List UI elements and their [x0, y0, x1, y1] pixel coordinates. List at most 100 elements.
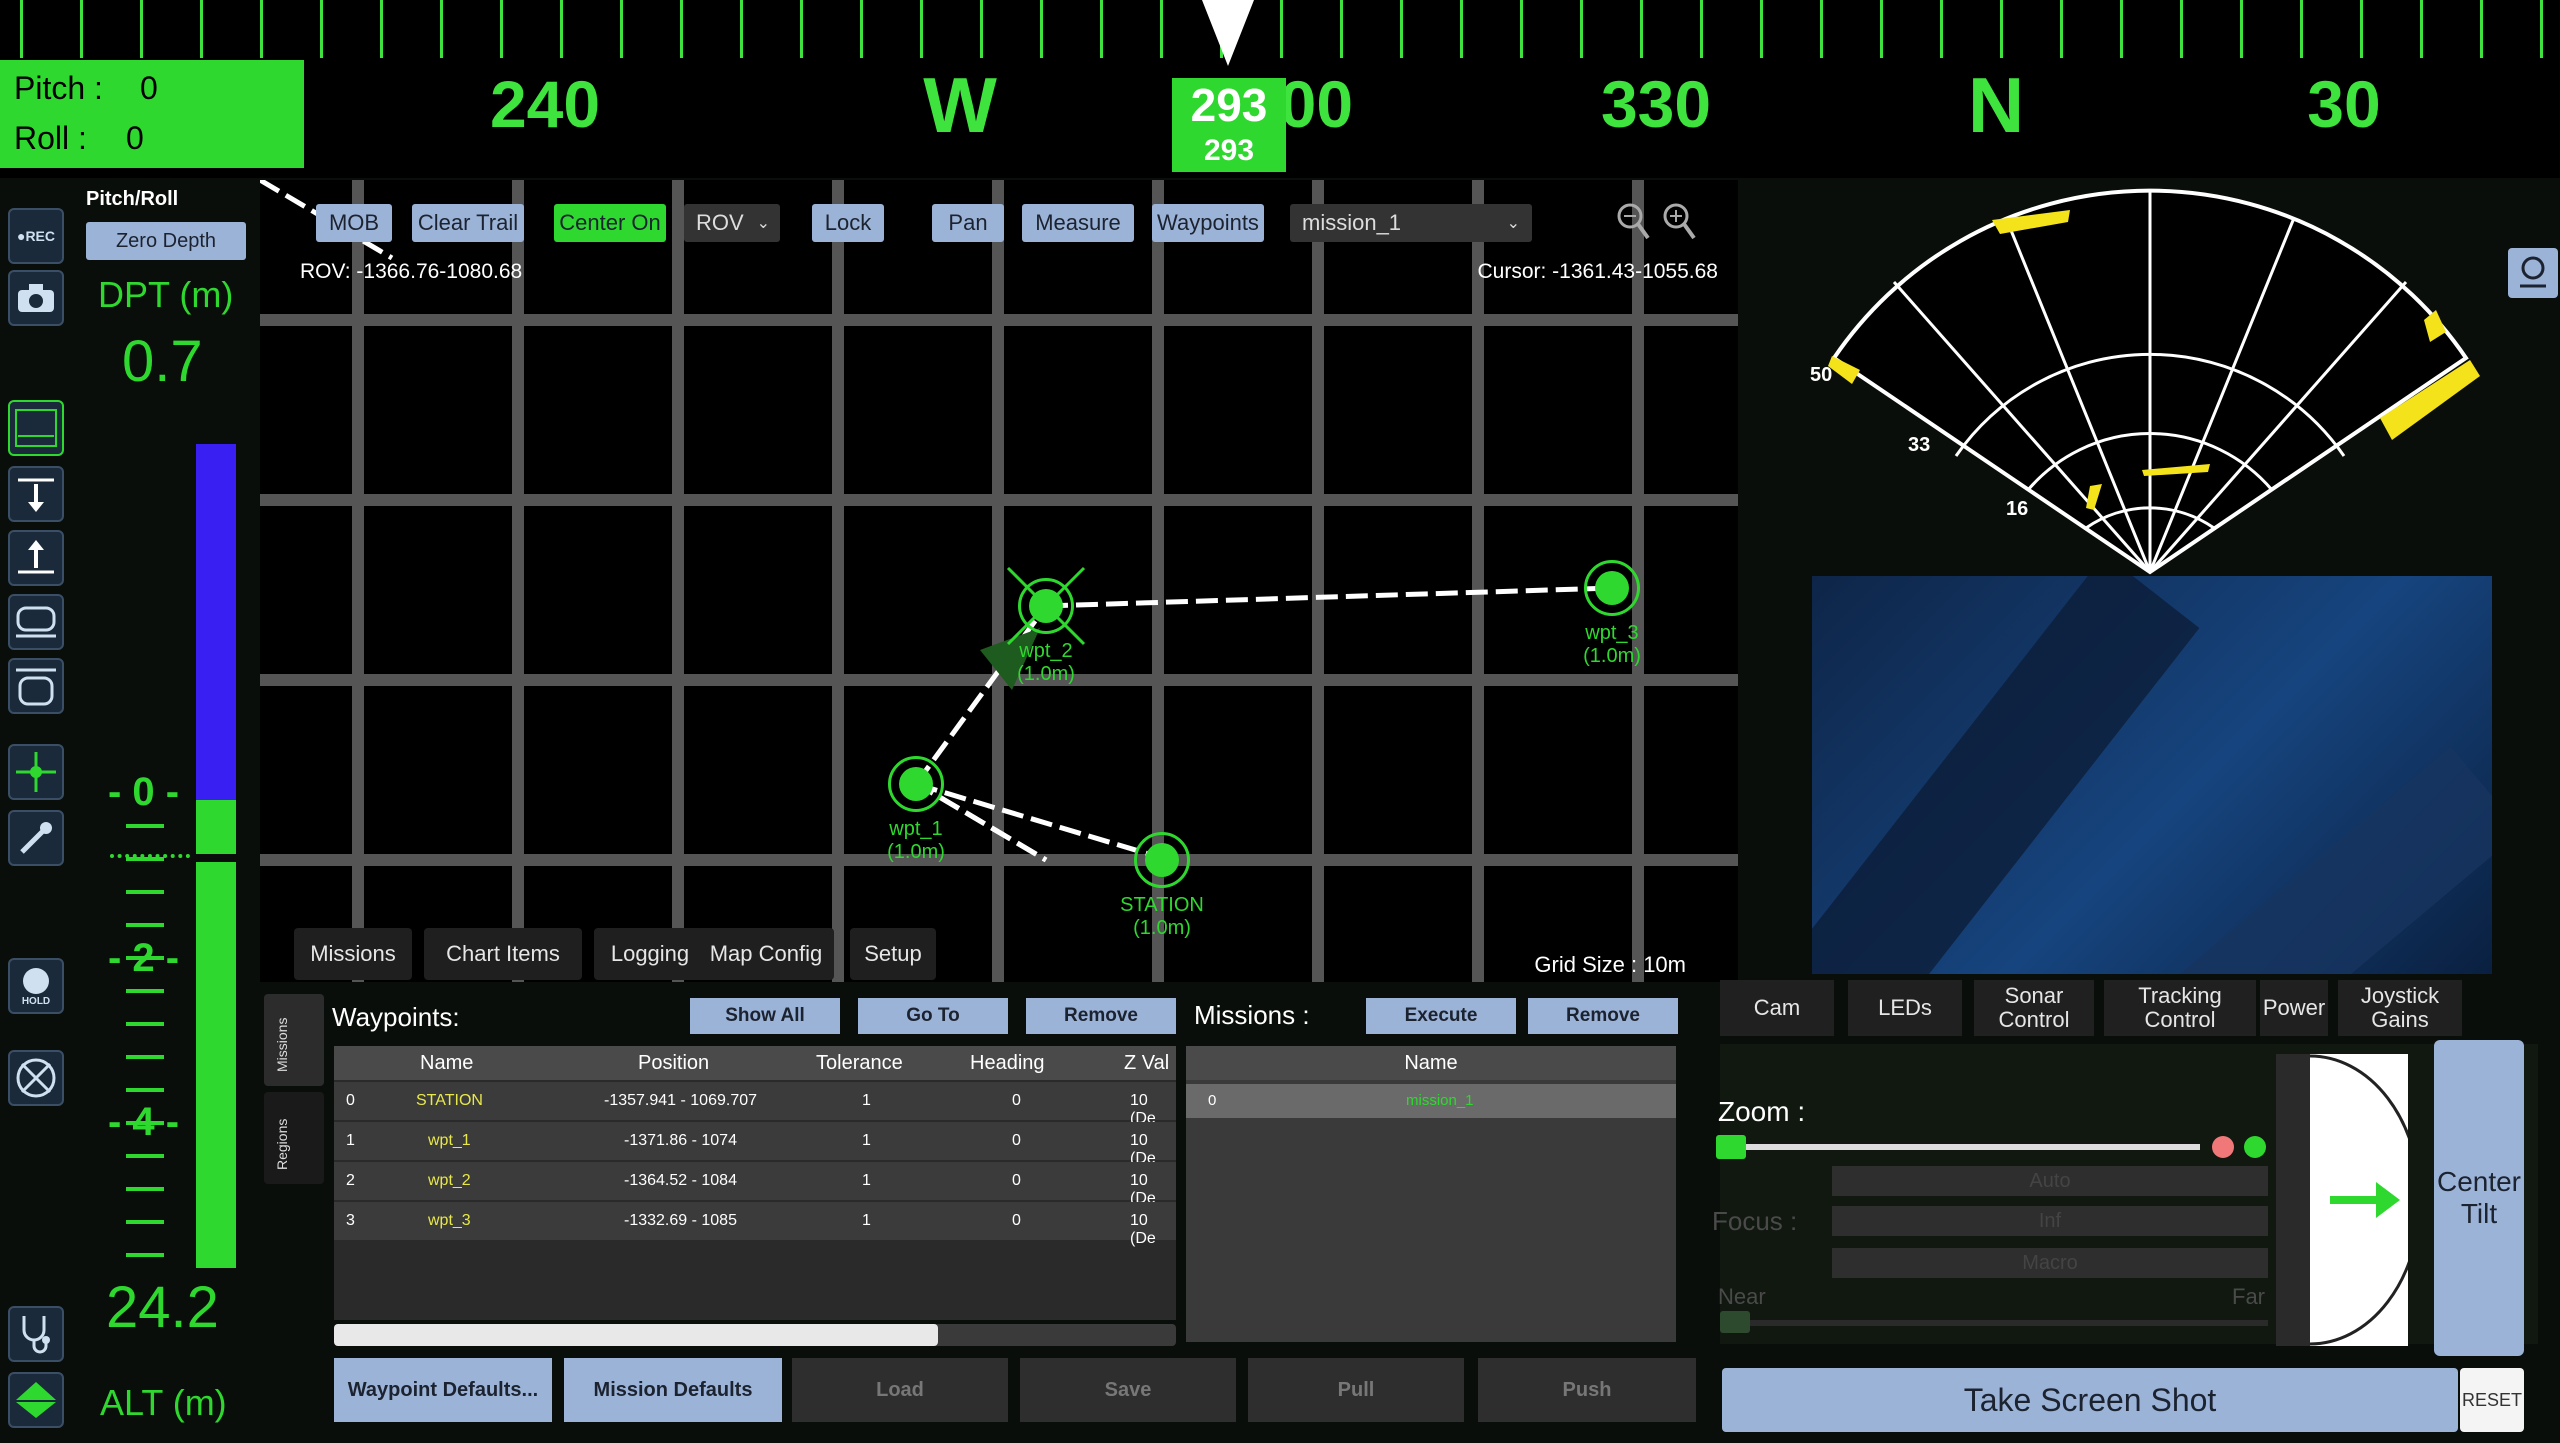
focus-slider[interactable] — [1720, 1311, 2268, 1333]
depth-tick — [126, 1088, 164, 1092]
thruster-icon[interactable] — [8, 1050, 64, 1106]
waypoint-defaults-button[interactable]: Waypoint Defaults... — [334, 1358, 552, 1422]
diagnostics-icon[interactable] — [8, 1306, 64, 1362]
altitude-icon[interactable] — [8, 1372, 64, 1428]
clear-trail-button[interactable]: Clear Trail — [412, 204, 524, 242]
compass-tick — [2060, 0, 2063, 58]
tab-tracking-control[interactable]: Tracking Control — [2104, 980, 2256, 1036]
vehicle-top-icon[interactable] — [8, 658, 64, 714]
rov-select[interactable]: ROV ⌄ — [684, 204, 780, 242]
take-screenshot-button[interactable]: Take Screen Shot — [1722, 1368, 2458, 1432]
heading-label-n: N — [1967, 61, 2025, 149]
waypoint-marker-station[interactable] — [1134, 832, 1190, 888]
lock-button[interactable]: Lock — [812, 204, 884, 242]
mission-defaults-button[interactable]: Mission Defaults — [564, 1358, 782, 1422]
reset-button[interactable]: RESET — [2460, 1368, 2524, 1432]
hold-button[interactable]: HOLD — [8, 958, 64, 1014]
current-depth-marker — [110, 854, 190, 858]
heading-value: 293 — [1172, 78, 1286, 132]
mob-button[interactable]: MOB — [316, 204, 392, 242]
zoom-in-icon[interactable] — [1662, 202, 1696, 242]
remove-waypoint-button[interactable]: Remove — [1026, 998, 1176, 1034]
tab-map-config[interactable]: Map Config — [698, 928, 834, 980]
compass-tick — [200, 0, 203, 58]
table-row[interactable]: 1 wpt_1 -1371.86 - 1074 1 0 10 (De — [334, 1122, 1176, 1167]
execute-button[interactable]: Execute — [1366, 998, 1516, 1034]
vehicle-bottom-icon[interactable] — [8, 594, 64, 650]
load-button[interactable]: Load — [792, 1358, 1008, 1422]
waypoints-button[interactable]: Waypoints — [1152, 204, 1264, 242]
tab-setup[interactable]: Setup — [850, 928, 936, 980]
measure-button[interactable]: Measure — [1022, 204, 1134, 242]
tab-sonar-control[interactable]: Sonar Control — [1974, 980, 2094, 1036]
sonar-range-16: 16 — [2006, 498, 2029, 520]
altitude-label: ALT (m) — [100, 1382, 227, 1423]
compass-tick — [2540, 0, 2543, 58]
save-button[interactable]: Save — [1020, 1358, 1236, 1422]
compass-tick — [380, 0, 383, 58]
focus-macro-button[interactable]: Macro — [1832, 1248, 2268, 1278]
side-tab-missions[interactable]: Missions — [264, 994, 324, 1086]
waypoint-marker-wpt-1[interactable] — [888, 756, 944, 812]
tab-cam[interactable]: Cam — [1720, 980, 1834, 1036]
table-row[interactable]: 0 STATION -1357.941 - 1069.707 1 0 10 (De — [334, 1082, 1176, 1127]
waypoint-marker-wpt-3[interactable] — [1584, 560, 1640, 616]
compass-tick — [1280, 0, 1283, 58]
center-on-button[interactable]: Center On — [554, 204, 666, 242]
focus-inf-button[interactable]: Inf — [1832, 1206, 2268, 1236]
tilt-rail — [2276, 1054, 2312, 1346]
waypoint-label-wpt-1: wpt_1 (1.0m) — [887, 818, 945, 863]
compass-tick — [2360, 0, 2363, 58]
altitude-value: 24.2 — [106, 1275, 219, 1340]
depth-up-icon[interactable] — [8, 530, 64, 586]
tab-power[interactable]: Power — [2260, 980, 2328, 1036]
pull-button[interactable]: Pull — [1248, 1358, 1464, 1422]
compass-tick — [920, 0, 923, 58]
compass-tick — [2000, 0, 2003, 58]
record-button[interactable]: ●REC — [8, 208, 64, 264]
move-icon[interactable] — [8, 744, 64, 800]
tab-missions[interactable]: Missions — [294, 928, 412, 980]
depth-tick — [126, 956, 164, 960]
zoom-slider-handle[interactable] — [1716, 1135, 1746, 1159]
pan-button[interactable]: Pan — [932, 204, 1004, 242]
col-z-val: Z Val — [1124, 1052, 1170, 1074]
compass-tick — [260, 0, 263, 58]
go-to-button[interactable]: Go To — [858, 998, 1008, 1034]
mission-select[interactable]: mission_1 ⌄ — [1290, 204, 1532, 242]
heading-hold-icon[interactable] — [8, 400, 64, 456]
sonar-range-50: 50 — [1810, 364, 1833, 386]
depth-down-icon[interactable] — [8, 466, 64, 522]
camera-structure-beam — [2052, 746, 2492, 974]
zero-depth-button[interactable]: Zero Depth — [86, 222, 246, 260]
navigation-map[interactable]: wpt_1 (1.0m) wpt_2 (1.0m) wpt_3 (1.0m) STAT… — [260, 180, 1738, 982]
tab-joystick-gains[interactable]: Joystick Gains — [2338, 980, 2462, 1036]
camera-icon[interactable] — [8, 270, 64, 326]
sonar-settings-icon[interactable] — [2508, 248, 2558, 298]
compass-tick — [20, 0, 23, 58]
push-button[interactable]: Push — [1478, 1358, 1696, 1422]
table-row[interactable]: 3 wpt_3 -1332.69 - 1085 1 0 10 (De — [334, 1202, 1176, 1247]
center-tilt-button[interactable]: Center Tilt — [2434, 1040, 2524, 1356]
table-row[interactable]: 2 wpt_2 -1364.52 - 1084 1 0 10 (De — [334, 1162, 1176, 1207]
focus-auto-button[interactable]: Auto — [1832, 1166, 2268, 1196]
remove-mission-button[interactable]: Remove — [1528, 998, 1678, 1034]
heading-sub-value: 293 — [1203, 134, 1255, 167]
tab-chart-items[interactable]: Chart Items — [424, 928, 582, 980]
zoom-out-icon[interactable] — [1616, 202, 1650, 242]
focus-slider-handle[interactable] — [1720, 1311, 1750, 1333]
scrollbar-thumb[interactable] — [334, 1324, 938, 1346]
table-row[interactable]: 0 mission_1 — [1186, 1084, 1676, 1118]
heading-label-330: 330 — [1600, 67, 1712, 141]
compass-tick — [1880, 0, 1883, 58]
show-all-button[interactable]: Show All — [690, 998, 840, 1034]
manipulator-icon[interactable] — [8, 810, 64, 866]
tab-leds[interactable]: LEDs — [1848, 980, 1962, 1036]
side-tab-regions[interactable]: Regions — [264, 1092, 324, 1184]
depth-gauge-marker — [196, 854, 236, 862]
horizontal-scrollbar[interactable] — [334, 1324, 1176, 1346]
depth-tick — [126, 1154, 164, 1158]
tab-logging[interactable]: Logging — [594, 928, 706, 980]
tilt-indicator — [2310, 1054, 2408, 1346]
zoom-slider[interactable] — [1716, 1135, 2200, 1159]
